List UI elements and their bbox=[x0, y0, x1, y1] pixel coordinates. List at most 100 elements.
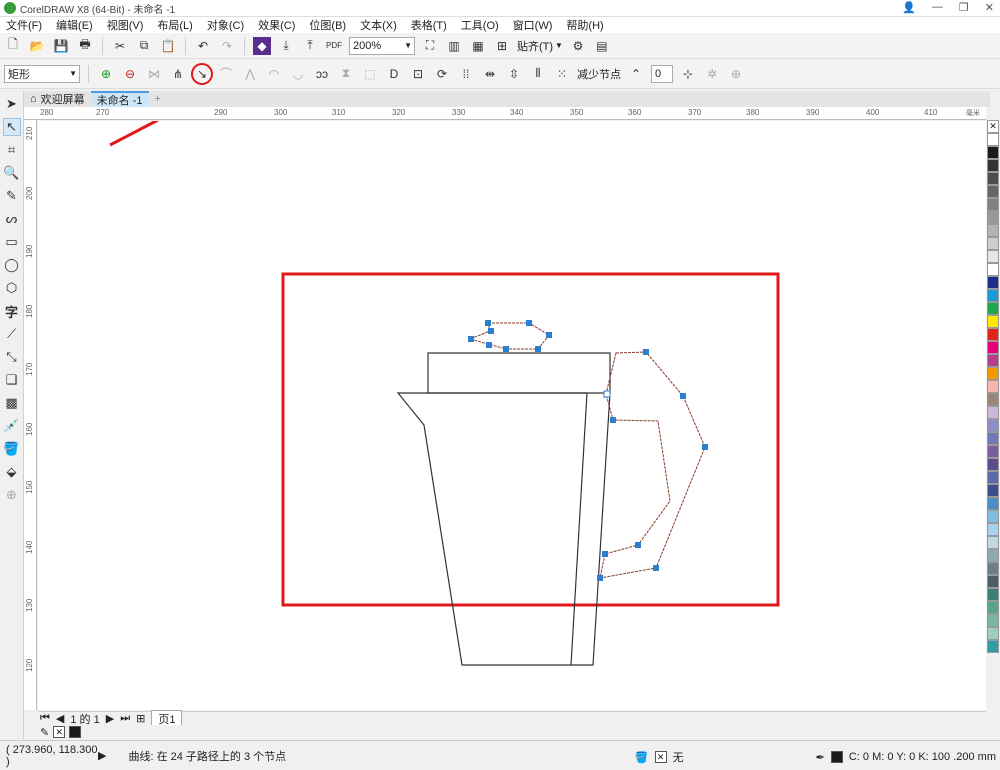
connector-tool-icon[interactable]: ⤡ bbox=[3, 348, 21, 366]
palette-swatch[interactable] bbox=[987, 393, 999, 406]
search-content-icon[interactable]: ◆ bbox=[253, 36, 271, 55]
palette-swatch[interactable] bbox=[987, 224, 999, 237]
outline-color-swatch[interactable] bbox=[830, 751, 843, 763]
palette-swatch[interactable] bbox=[987, 601, 999, 614]
menu-tools[interactable]: 工具(O) bbox=[461, 17, 499, 33]
palette-swatch[interactable] bbox=[987, 354, 999, 367]
palette-swatch[interactable] bbox=[987, 445, 999, 458]
palette-swatch-none[interactable]: ✕ bbox=[987, 120, 999, 133]
menu-layout[interactable]: 布局(L) bbox=[157, 17, 192, 33]
add-toolbar-icon[interactable]: ⊕ bbox=[727, 65, 745, 83]
show-guidelines-icon[interactable]: ⊞ bbox=[493, 37, 511, 55]
palette-swatch[interactable] bbox=[987, 237, 999, 250]
vertical-ruler[interactable]: 210 200 190 180 170 160 150 140 130 120 bbox=[24, 120, 37, 710]
palette-swatch[interactable] bbox=[987, 198, 999, 211]
add-page-icon[interactable]: ⊞ bbox=[136, 712, 145, 725]
palette-swatch[interactable] bbox=[987, 497, 999, 510]
mirror-horizontal-icon[interactable]: ⇹ bbox=[481, 65, 499, 83]
menu-text[interactable]: 文本(X) bbox=[360, 17, 397, 33]
selected-nodes[interactable] bbox=[468, 320, 708, 581]
options-gear-icon[interactable]: ⚙ bbox=[569, 37, 587, 55]
freehand-tool-icon[interactable]: ✎ bbox=[3, 187, 21, 205]
palette-swatch[interactable] bbox=[987, 146, 999, 159]
reduce-nodes-button[interactable]: 减少节点 bbox=[577, 66, 621, 82]
save-icon[interactable]: 💾 bbox=[52, 37, 70, 55]
palette-swatch[interactable] bbox=[987, 471, 999, 484]
object-type-combo[interactable]: 矩形 ▼ bbox=[4, 64, 80, 83]
parallel-dimension-tool-icon[interactable]: ⟋ bbox=[3, 325, 21, 343]
eyedropper-icon[interactable]: ✎ bbox=[40, 726, 49, 739]
menu-table[interactable]: 表格(T) bbox=[411, 17, 447, 33]
palette-swatch[interactable] bbox=[987, 614, 999, 627]
extract-subpath-icon[interactable]: ⬚ bbox=[361, 65, 379, 83]
minimize-button[interactable]: — bbox=[932, 1, 943, 14]
palette-swatch[interactable] bbox=[987, 302, 999, 315]
elastic-mode-icon[interactable]: ⦀ bbox=[529, 65, 547, 83]
rectangle-tool-icon[interactable]: ▭ bbox=[3, 233, 21, 251]
palette-swatch[interactable] bbox=[987, 263, 999, 276]
add-tab-button[interactable]: + bbox=[149, 91, 167, 107]
close-button[interactable]: ✕ bbox=[985, 1, 994, 14]
palette-swatch[interactable] bbox=[987, 458, 999, 471]
palette-swatch[interactable] bbox=[987, 276, 999, 289]
polygon-tool-icon[interactable]: ⬡ bbox=[3, 279, 21, 297]
application-launcher-icon[interactable]: ▤ bbox=[593, 37, 611, 55]
palette-swatch[interactable] bbox=[987, 523, 999, 536]
menu-object[interactable]: 对象(C) bbox=[207, 17, 244, 33]
snap-to-menu[interactable]: 贴齐(T) ▼ bbox=[517, 38, 563, 54]
text-tool-icon[interactable]: 字 bbox=[3, 302, 21, 320]
pick-tool-icon[interactable]: ➤ bbox=[3, 95, 21, 113]
rotate-skew-icon[interactable]: ⟳ bbox=[433, 65, 451, 83]
palette-swatch[interactable] bbox=[987, 575, 999, 588]
select-all-nodes-icon[interactable]: ⁙ bbox=[553, 65, 571, 83]
palette-swatch[interactable] bbox=[987, 133, 999, 146]
first-page-icon[interactable]: ⏮ bbox=[40, 712, 50, 725]
interactive-fill-tool-icon[interactable]: 🪣 bbox=[3, 440, 21, 458]
convert-to-line-icon[interactable]: ↘ bbox=[191, 62, 213, 85]
symmetrical-node-icon[interactable]: ◡ bbox=[289, 65, 307, 83]
selection-mode-icon[interactable]: ✲ bbox=[703, 65, 721, 83]
prev-page-icon[interactable]: ◀ bbox=[56, 712, 64, 725]
transparency-tool-icon[interactable]: ▩ bbox=[3, 394, 21, 412]
palette-swatch[interactable] bbox=[987, 367, 999, 380]
export-icon[interactable]: ⤒ bbox=[301, 37, 319, 55]
black-swatch[interactable] bbox=[69, 726, 82, 738]
cusp-node-icon[interactable]: ⋀ bbox=[241, 65, 259, 83]
palette-swatch[interactable] bbox=[987, 419, 999, 432]
palette-swatch[interactable] bbox=[987, 432, 999, 445]
palette-swatch[interactable] bbox=[987, 211, 999, 224]
menu-effects[interactable]: 效果(C) bbox=[258, 17, 295, 33]
palette-swatch[interactable] bbox=[987, 510, 999, 523]
ellipse-tool-icon[interactable]: ◯ bbox=[3, 256, 21, 274]
menu-help[interactable]: 帮助(H) bbox=[566, 17, 603, 33]
tab-document[interactable]: 未命名 -1 bbox=[90, 91, 149, 107]
tab-welcome-screen[interactable]: ⌂ 欢迎屏幕 bbox=[24, 91, 91, 107]
lid-knob[interactable] bbox=[468, 322, 550, 350]
zoom-level-combo[interactable]: 200% ▼ bbox=[349, 36, 415, 55]
publish-pdf-icon[interactable]: PDF bbox=[325, 37, 343, 55]
next-page-icon[interactable]: ▶ bbox=[106, 712, 114, 725]
palette-swatch[interactable] bbox=[987, 562, 999, 575]
show-grid-icon[interactable]: ▦ bbox=[469, 37, 487, 55]
quick-customize-icon[interactable]: ⊕ bbox=[3, 486, 21, 504]
smoothness-slider-icon[interactable]: ⊹ bbox=[679, 65, 697, 83]
drop-shadow-tool-icon[interactable]: ❑ bbox=[3, 371, 21, 389]
copy-icon[interactable]: ⧉ bbox=[135, 37, 153, 55]
cut-icon[interactable]: ✂ bbox=[111, 37, 129, 55]
extend-curve-icon[interactable]: ⧗ bbox=[337, 65, 355, 83]
palette-swatch[interactable] bbox=[987, 341, 999, 354]
show-rulers-icon[interactable]: ▥ bbox=[445, 37, 463, 55]
import-icon[interactable]: ⤓ bbox=[277, 37, 295, 55]
fill-none-swatch[interactable]: ✕ bbox=[654, 751, 667, 763]
palette-swatch[interactable] bbox=[987, 328, 999, 341]
redo-icon[interactable]: ↷ bbox=[218, 37, 236, 55]
open-folder-icon[interactable]: 📂 bbox=[28, 37, 46, 55]
palette-swatch[interactable] bbox=[987, 159, 999, 172]
smooth-node-icon[interactable]: ◠ bbox=[265, 65, 283, 83]
menu-window[interactable]: 窗口(W) bbox=[513, 17, 553, 33]
palette-swatch[interactable] bbox=[987, 315, 999, 328]
crop-tool-icon[interactable]: ⌗ bbox=[3, 141, 21, 159]
reverse-direction-icon[interactable]: ↄↄ bbox=[313, 65, 331, 83]
palette-swatch[interactable] bbox=[987, 549, 999, 562]
palette-swatch[interactable] bbox=[987, 588, 999, 601]
